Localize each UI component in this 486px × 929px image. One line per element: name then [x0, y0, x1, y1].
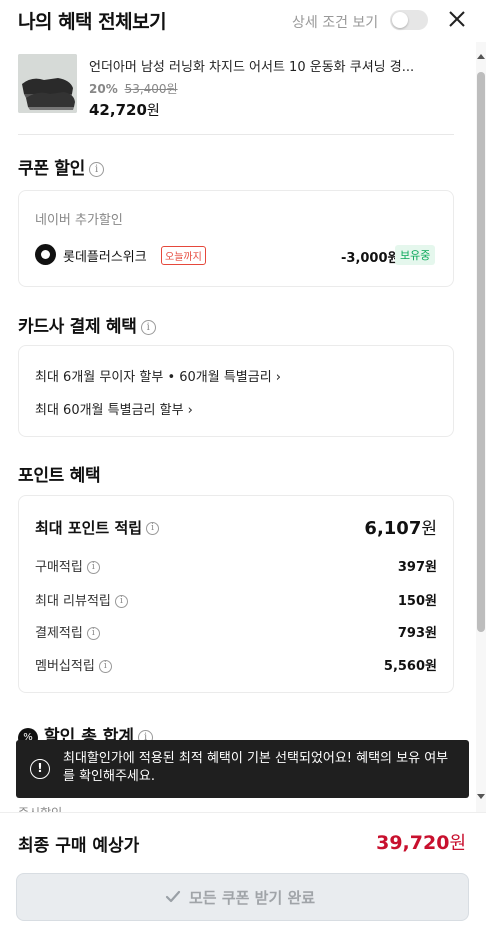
product-summary: 언더아머 남성 러닝화 차지드 어서트 10 운동화 쿠셔닝 경... 20% …: [18, 54, 454, 122]
owned-status-badge: 보유중: [395, 245, 436, 265]
sale-price: 42,720원: [89, 100, 160, 120]
button-label: 모든 쿠폰 받기 완료: [189, 889, 316, 907]
check-icon: [165, 890, 181, 903]
points-row-label-wrap: 결제적립 i: [35, 622, 100, 641]
info-icon[interactable]: i: [86, 627, 100, 640]
all-coupons-received-button[interactable]: 모든 쿠폰 받기 완료: [16, 873, 469, 921]
points-row-value: 793원: [397, 626, 437, 641]
coupon-title-text: 쿠폰 할인: [18, 159, 85, 179]
divider: [18, 134, 454, 135]
points-row-purchase: 구매적립 i 397원: [35, 554, 437, 575]
card-installment-link[interactable]: 최대 6개월 무이자 할부 • 60개월 특별금리 ›: [35, 366, 281, 385]
max-points-label: 최대 포인트 적립: [35, 519, 143, 537]
modal-header: 나의 혜택 전체보기 상세 조건 보기: [0, 0, 486, 42]
points-row-label-wrap: 구매적립 i: [35, 556, 100, 575]
points-row-label: 구매적립: [35, 560, 83, 575]
points-row-label: 최대 리뷰적립: [35, 594, 111, 609]
max-points-unit: 원: [421, 519, 437, 539]
coupon-box: 네이버 추가할인 롯데플러스위크 오늘까지 -3,000원 보유중: [18, 190, 454, 287]
product-name: 언더아머 남성 러닝화 차지드 어서트 10 운동화 쿠셔닝 경...: [89, 60, 415, 75]
coupon-section-title: 쿠폰 할인 i: [18, 154, 104, 179]
points-row-value: 397원: [397, 560, 437, 575]
detail-toggle-label: 상세 조건 보기: [292, 15, 379, 31]
points-row-value: 150원: [397, 594, 437, 609]
toggle-knob: [392, 12, 408, 28]
final-price-unit: 원: [449, 833, 466, 854]
info-icon[interactable]: i: [88, 161, 104, 177]
toast-message: 최대할인가에 적용된 최적 혜택이 기본 선택되었어요! 혜택의 보유 여부를 …: [63, 751, 449, 784]
max-points-number: 6,107: [364, 518, 422, 539]
info-icon[interactable]: i: [140, 319, 156, 335]
detail-toggle[interactable]: [390, 10, 428, 30]
info-icon[interactable]: i: [114, 595, 128, 608]
card-section-title: 카드사 결제 혜택 i: [18, 312, 156, 337]
close-icon[interactable]: [446, 8, 468, 30]
discount-rate: 20%: [89, 82, 118, 96]
points-section-title: 포인트 혜택: [18, 466, 101, 486]
lotte-logo-icon: [35, 244, 56, 265]
coupon-amount: -3,000원: [341, 251, 400, 266]
points-row-label: 멤버십적립: [35, 659, 95, 674]
card-special-rate-link[interactable]: 최대 60개월 특별금리 할부 ›: [35, 399, 193, 418]
points-row-review: 최대 리뷰적립 i 150원: [35, 588, 437, 609]
points-row-label: 결제적립: [35, 626, 83, 641]
until-today-badge: 오늘까지: [161, 246, 206, 265]
points-box: 최대 포인트 적립 i 6,107원 구매적립 i 397원 최대 리뷰적립 i 15…: [18, 495, 454, 693]
points-row-payment: 결제적립 i 793원: [35, 620, 437, 641]
scroll-up-arrow-icon[interactable]: [477, 54, 485, 59]
original-price: 53,400원: [124, 82, 178, 96]
card-box: 최대 6개월 무이자 할부 • 60개월 특별금리 › 최대 60개월 특별금리…: [18, 345, 454, 437]
exclamation-icon: !: [30, 759, 50, 779]
coupon-row[interactable]: 롯데플러스위크 오늘까지 -3,000원 보유중: [35, 244, 437, 266]
final-price: 39,720원: [376, 829, 466, 855]
price-discount-line: 20% 53,400원: [89, 80, 178, 97]
info-toast: ! 최대할인가에 적용된 최적 혜택이 기본 선택되었어요! 혜택의 보유 여부…: [16, 740, 469, 798]
benefit-scroll-area[interactable]: 언더아머 남성 러닝화 차지드 어서트 10 운동화 쿠셔닝 경... 20% …: [0, 42, 474, 812]
page-title: 나의 혜택 전체보기: [18, 11, 167, 33]
info-icon[interactable]: i: [86, 561, 100, 574]
footer: 최종 구매 예상가 39,720원 모든 쿠폰 받기 완료: [0, 812, 486, 929]
max-points-row: 최대 포인트 적립 i 6,107원: [35, 514, 437, 539]
points-row-membership: 멤버십적립 i 5,560원: [35, 653, 437, 674]
sale-price-value: 42,720: [89, 101, 147, 119]
points-row-value: 5,560원: [383, 659, 437, 674]
info-icon[interactable]: i: [98, 660, 112, 673]
sale-price-unit: 원: [146, 103, 160, 119]
max-points-label-wrap: 최대 포인트 적립 i: [35, 517, 160, 538]
scrollbar[interactable]: [476, 42, 486, 812]
coupon-name: 롯데플러스위크: [63, 250, 147, 265]
card-title-text: 카드사 결제 혜택: [18, 317, 137, 337]
final-price-label: 최종 구매 예상가: [18, 836, 140, 856]
info-icon[interactable]: i: [146, 522, 160, 535]
coupon-subtitle: 네이버 추가할인: [35, 213, 123, 228]
instant-discount-row: 즉시할인: [18, 804, 458, 812]
points-row-label-wrap: 최대 리뷰적립 i: [35, 590, 128, 609]
scroll-down-arrow-icon[interactable]: [477, 794, 485, 799]
points-row-label-wrap: 멤버십적립 i: [35, 655, 112, 674]
max-points-value: 6,107원: [364, 514, 437, 539]
product-image: [18, 54, 77, 113]
final-price-value: 39,720: [376, 832, 450, 854]
scrollbar-thumb[interactable]: [477, 72, 485, 632]
